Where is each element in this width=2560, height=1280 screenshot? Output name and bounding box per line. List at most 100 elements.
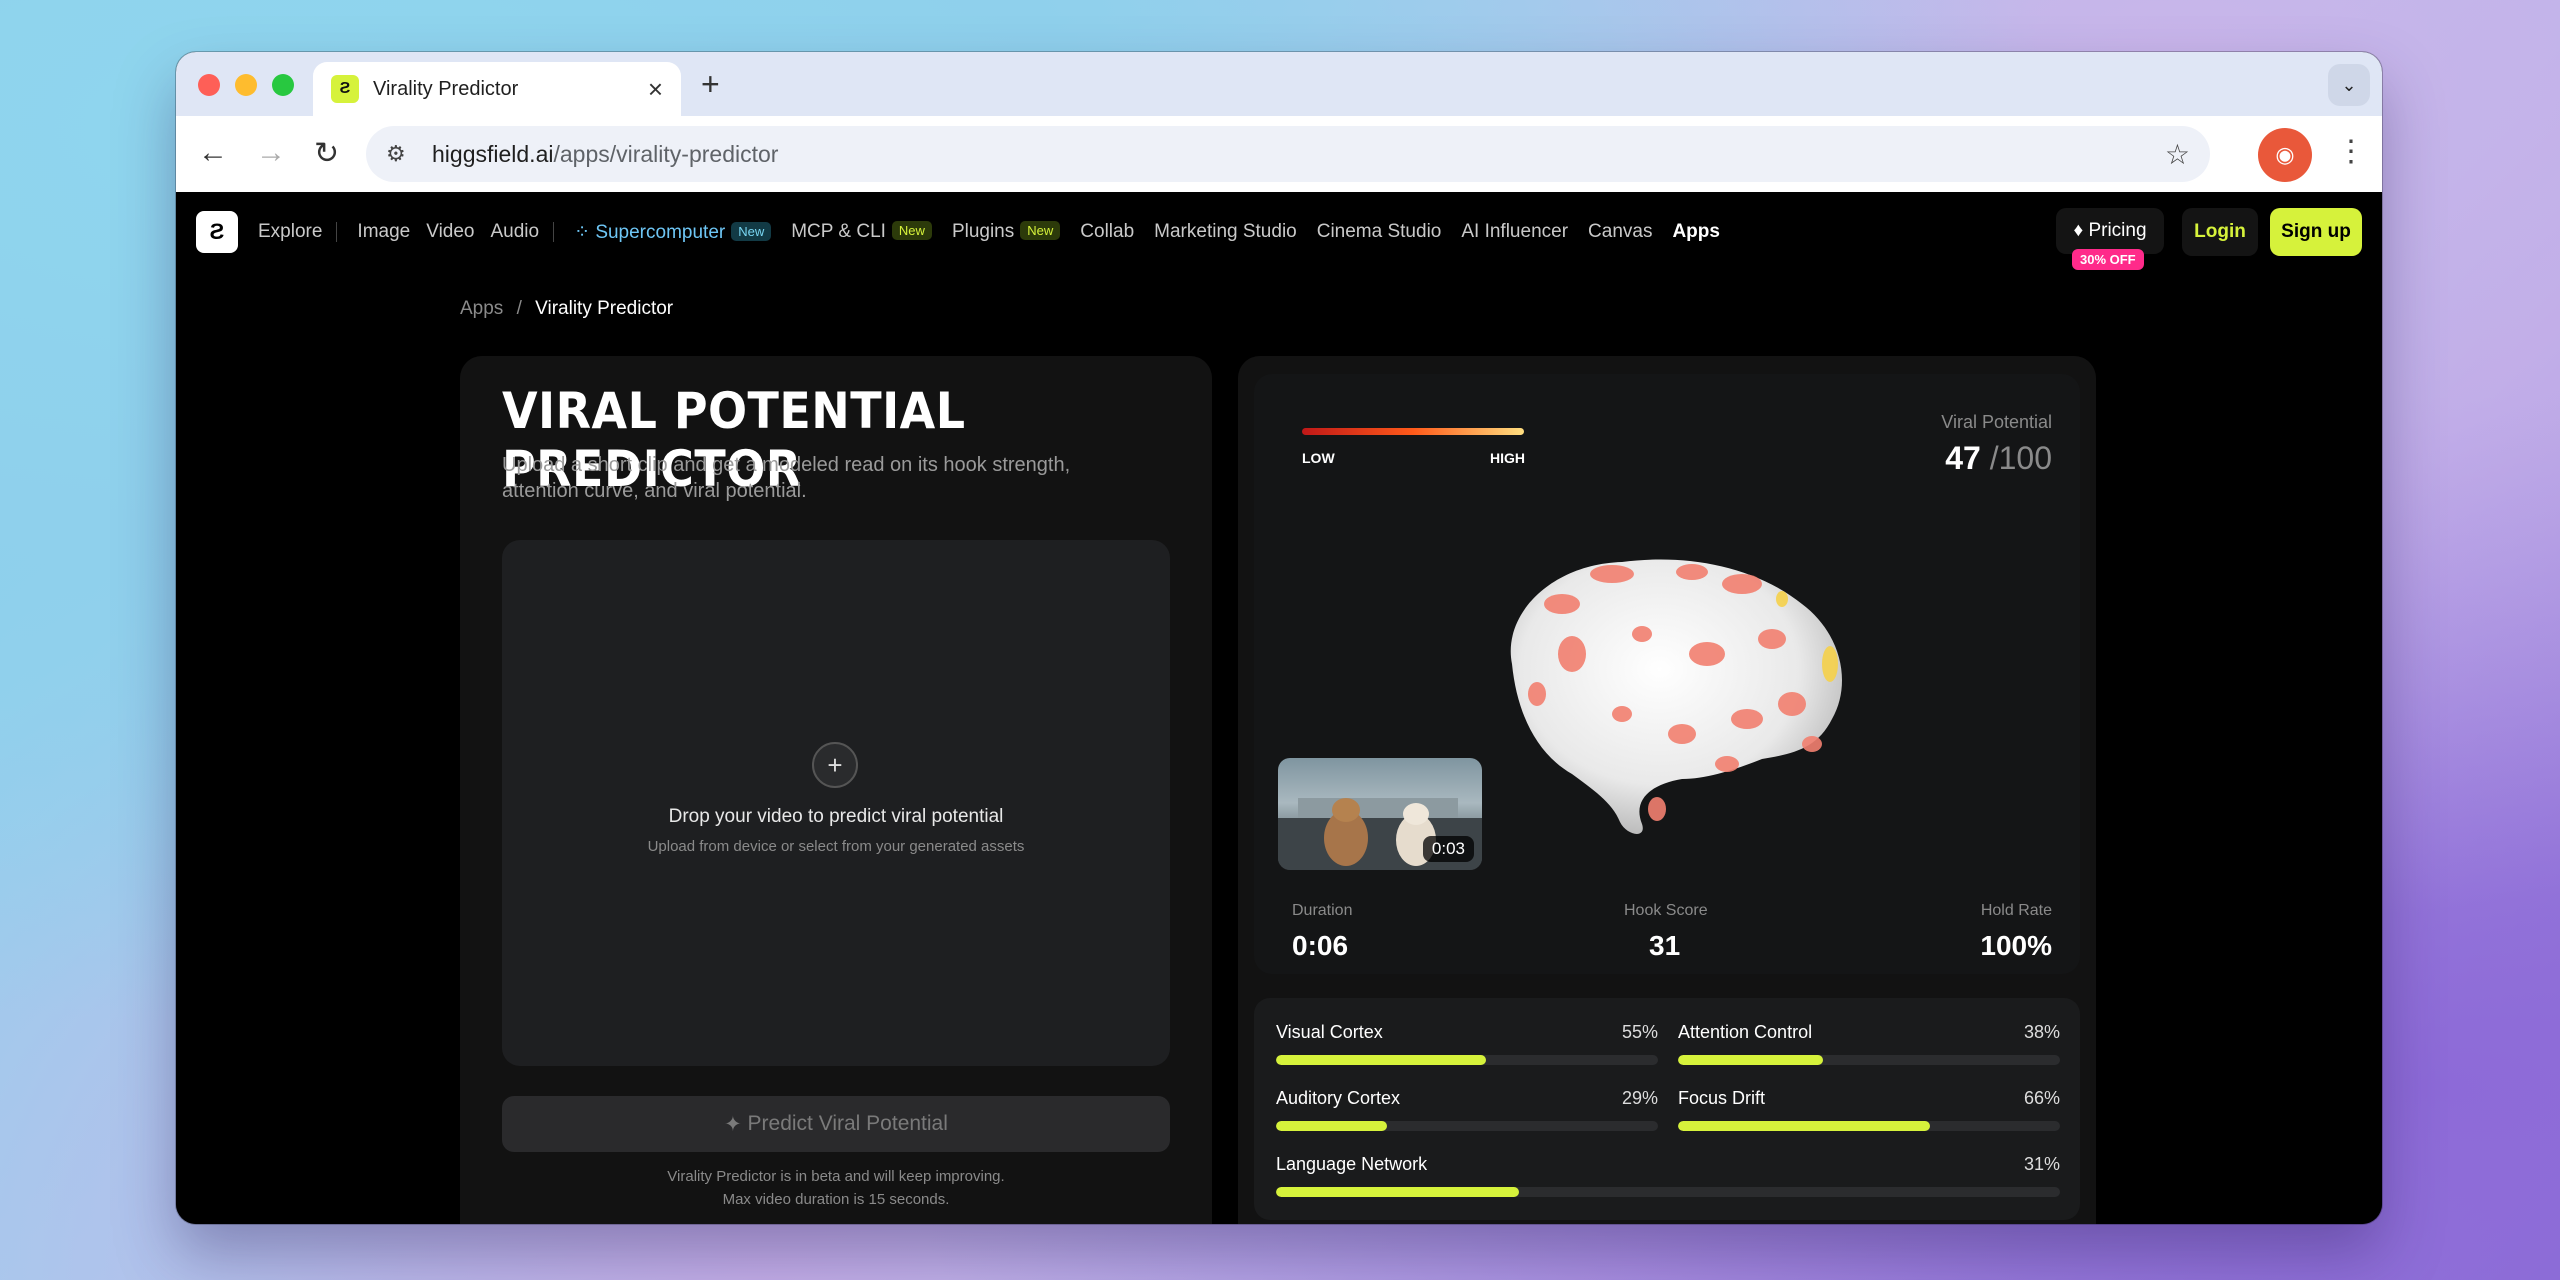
url-field[interactable]: ⚙ higgsfield.ai/apps/virality-predictor … bbox=[366, 126, 2210, 182]
score-value: 47 bbox=[1945, 440, 1981, 476]
nav-plugins-label: Plugins bbox=[951, 221, 1015, 242]
url-host: higgsfield.ai bbox=[432, 140, 554, 167]
back-arrow-icon[interactable]: ← bbox=[198, 136, 228, 170]
nav-cinema-studio[interactable]: Cinema Studio bbox=[1317, 221, 1442, 243]
new-badge: New bbox=[1020, 221, 1061, 240]
metric-percent: 55% bbox=[1621, 1022, 1658, 1042]
nav-canvas[interactable]: Canvas bbox=[1588, 221, 1652, 243]
bookmark-star-icon[interactable]: ☆ bbox=[2165, 138, 2190, 171]
nav-apps[interactable]: Apps bbox=[1672, 221, 1720, 243]
duration-label: Duration bbox=[1292, 902, 1353, 919]
nav-ai-influencer[interactable]: AI Influencer bbox=[1461, 221, 1568, 243]
nav-image[interactable]: Image bbox=[357, 221, 410, 243]
metric-fill bbox=[1678, 1121, 1931, 1131]
browser-tab[interactable]: Ƨ Virality Predictor × bbox=[313, 62, 681, 116]
nav-divider bbox=[553, 222, 555, 242]
discount-badge: 30% OFF bbox=[2072, 249, 2144, 270]
nav-plugins[interactable]: Plugins New bbox=[951, 221, 1061, 243]
new-badge: New bbox=[891, 221, 932, 240]
breadcrumb-apps[interactable]: Apps bbox=[460, 298, 503, 319]
metric-name: Language Network bbox=[1276, 1154, 1428, 1174]
metric-fill bbox=[1276, 1187, 1520, 1197]
metric-language-network: Language Network 31% bbox=[1276, 1154, 2060, 1197]
signup-button[interactable]: Sign up bbox=[2270, 208, 2362, 256]
breadcrumb: Apps / Virality Predictor bbox=[460, 298, 673, 320]
metric-auditory-cortex: Auditory Cortex 29% bbox=[1276, 1088, 1658, 1131]
metric-percent: 38% bbox=[2023, 1022, 2060, 1042]
video-thumbnail[interactable]: 0:03 bbox=[1278, 758, 1482, 870]
nav-explore[interactable]: Explore bbox=[258, 221, 322, 243]
metric-fill bbox=[1276, 1121, 1387, 1131]
metric-attention-control: Attention Control 38% bbox=[1678, 1022, 2060, 1065]
browser-menu-icon[interactable]: ⋮ bbox=[2336, 134, 2366, 169]
metric-percent: 31% bbox=[2023, 1154, 2060, 1174]
score-max: /100 bbox=[1989, 440, 2052, 476]
maximize-window-button[interactable] bbox=[272, 74, 294, 96]
tab-title: Virality Predictor bbox=[373, 77, 519, 100]
profile-avatar[interactable]: ◉ bbox=[2258, 128, 2312, 182]
duration-note: Max video duration is 15 seconds. bbox=[722, 1191, 950, 1208]
forward-arrow-icon[interactable]: → bbox=[256, 136, 286, 170]
address-bar: ← → ↻ ⚙ higgsfield.ai/apps/virality-pred… bbox=[176, 116, 2382, 192]
pricing-label: Pricing bbox=[2088, 220, 2147, 241]
nav-mcp-cli[interactable]: MCP & CLI New bbox=[791, 221, 932, 243]
metric-track bbox=[1678, 1121, 2060, 1131]
plus-icon[interactable]: + bbox=[812, 742, 858, 788]
url-text: higgsfield.ai/apps/virality-predictor bbox=[432, 141, 778, 168]
viral-potential-label: Viral Potential bbox=[1941, 412, 2052, 432]
metric-fill bbox=[1276, 1055, 1487, 1065]
nav-video[interactable]: Video bbox=[426, 221, 474, 243]
url-path: /apps/virality-predictor bbox=[553, 140, 779, 167]
upload-panel: VIRAL POTENTIAL PREDICTOR Upload a short… bbox=[460, 356, 1212, 1224]
close-window-button[interactable] bbox=[198, 74, 220, 96]
metric-name: Visual Cortex bbox=[1276, 1022, 1383, 1042]
metric-name: Auditory Cortex bbox=[1276, 1088, 1401, 1108]
tab-bar: Ƨ Virality Predictor × + ⌄ bbox=[176, 52, 2382, 116]
nav-collab[interactable]: Collab bbox=[1080, 221, 1134, 243]
metric-track bbox=[1276, 1187, 2060, 1197]
login-button[interactable]: Login bbox=[2182, 208, 2258, 256]
site-settings-icon[interactable]: ⚙ bbox=[386, 141, 418, 167]
metric-track bbox=[1276, 1055, 1658, 1065]
tab-close-icon[interactable]: × bbox=[648, 74, 663, 105]
hold-rate-value: 100% bbox=[1980, 930, 2052, 961]
nav-supercomputer-label: Supercomputer bbox=[595, 221, 726, 243]
metric-track bbox=[1678, 1055, 2060, 1065]
dropzone-subtitle: Upload from device or select from your g… bbox=[647, 838, 1025, 855]
minimize-window-button[interactable] bbox=[235, 74, 257, 96]
viral-potential-score: 47 /100 bbox=[1945, 440, 2052, 477]
breadcrumb-separator: / bbox=[516, 298, 522, 319]
nav-divider bbox=[336, 222, 338, 242]
nav-audio[interactable]: Audio bbox=[491, 221, 540, 243]
new-tab-button[interactable]: + bbox=[701, 66, 720, 103]
duration-value: 0:06 bbox=[1292, 930, 1349, 961]
grid-icon: ⁘ bbox=[574, 221, 596, 243]
nav-supercomputer[interactable]: ⁘ Supercomputer New bbox=[574, 221, 772, 244]
heat-scale-bar bbox=[1302, 428, 1524, 435]
pricing-button[interactable]: ♦ Pricing bbox=[2056, 208, 2164, 254]
nav-marketing-studio[interactable]: Marketing Studio bbox=[1154, 221, 1297, 243]
tab-search-chevron-icon[interactable]: ⌄ bbox=[2328, 64, 2370, 106]
hook-score-label: Hook Score bbox=[1624, 902, 1708, 919]
dropzone-title: Drop your video to predict viral potenti… bbox=[668, 806, 1004, 827]
scale-low-label: LOW bbox=[1302, 450, 1335, 466]
scale-high-label: HIGH bbox=[1490, 450, 1525, 466]
metric-visual-cortex: Visual Cortex 55% bbox=[1276, 1022, 1658, 1065]
brain-3d-model bbox=[1510, 559, 1842, 834]
nav-mcp-label: MCP & CLI bbox=[791, 221, 886, 242]
predict-button[interactable]: ✦ Predict Viral Potential bbox=[502, 1096, 1170, 1152]
page-subtitle: Upload a short clip and get a modeled re… bbox=[502, 454, 1071, 502]
window-controls bbox=[198, 74, 294, 96]
thumbnail-timestamp: 0:03 bbox=[1422, 836, 1474, 862]
app-page: Ƨ Explore Image Video Audio ⁘ Supercompu… bbox=[176, 192, 2382, 1224]
breadcrumb-current: Virality Predictor bbox=[535, 298, 674, 319]
beta-note: Virality Predictor is in beta and will k… bbox=[667, 1168, 1005, 1185]
metric-name: Attention Control bbox=[1678, 1022, 1813, 1042]
sparkle-icon: ✦ bbox=[724, 1112, 748, 1136]
video-dropzone[interactable]: + Drop your video to predict viral poten… bbox=[502, 540, 1170, 1066]
metric-percent: 66% bbox=[2023, 1088, 2060, 1108]
reload-icon[interactable]: ↻ bbox=[314, 136, 339, 171]
new-badge: New bbox=[731, 221, 772, 241]
higgsfield-logo[interactable]: Ƨ bbox=[196, 211, 238, 253]
top-navigation: Ƨ Explore Image Video Audio ⁘ Supercompu… bbox=[176, 192, 2382, 272]
